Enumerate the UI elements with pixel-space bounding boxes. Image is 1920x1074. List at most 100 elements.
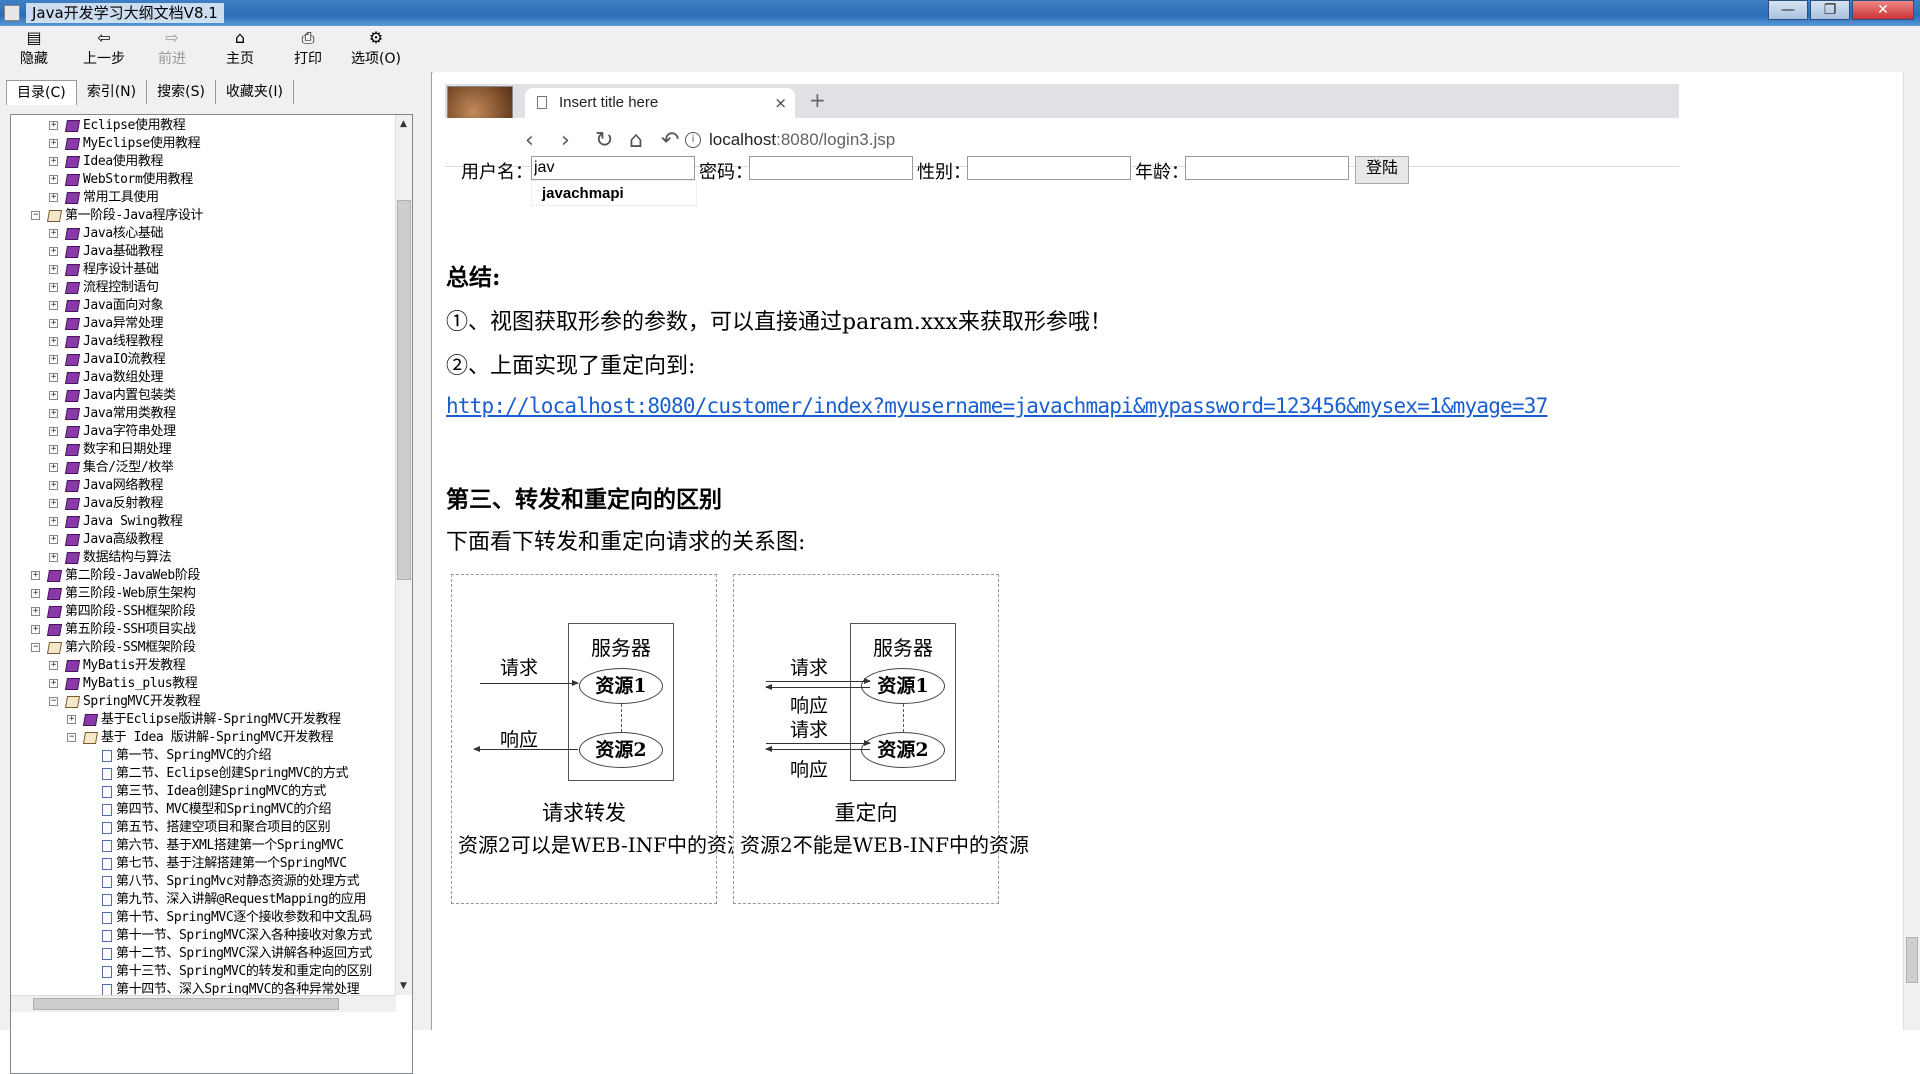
expand-icon[interactable]: + — [31, 589, 40, 598]
site-info-icon[interactable]: i — [685, 132, 701, 148]
expand-icon[interactable]: + — [49, 283, 58, 292]
expand-icon[interactable]: + — [49, 121, 58, 130]
expand-icon[interactable]: + — [49, 463, 58, 472]
tree-item[interactable]: + MyEclipse使用教程 — [49, 135, 201, 153]
tree-item[interactable]: + 基于Eclipse版讲解-SpringMVC开发教程 — [67, 711, 341, 729]
tree-item[interactable]: 第六节、基于XML搭建第一个SpringMVC — [85, 837, 344, 855]
redirect-url-link[interactable]: http://localhost:8080/customer/index?myu… — [446, 394, 1548, 418]
expand-icon[interactable]: + — [31, 571, 40, 580]
expand-icon[interactable]: + — [31, 625, 40, 634]
tree-item[interactable]: + 程序设计基础 — [49, 261, 159, 279]
close-button[interactable]: ✕ — [1852, 0, 1914, 20]
content-vertical-scrollbar[interactable] — [1903, 72, 1920, 1030]
expand-icon[interactable]: + — [49, 337, 58, 346]
username-input[interactable] — [531, 156, 695, 180]
tree-item[interactable]: + 流程控制语句 — [49, 279, 159, 297]
expand-icon[interactable]: + — [49, 265, 58, 274]
tree-item[interactable]: + Java内置包装类 — [49, 387, 176, 405]
scroll-up-icon[interactable]: ▲ — [400, 119, 407, 129]
tree-item[interactable]: + Java字符串处理 — [49, 423, 176, 441]
back-button[interactable]: ⇦ 上一步 — [74, 28, 134, 68]
address-bar[interactable]: localhost:8080/login3.jsp — [709, 130, 895, 150]
hide-button[interactable]: ▤ 隐藏 — [4, 28, 64, 68]
tree-item[interactable]: + 数字和日期处理 — [49, 441, 172, 459]
tree-item[interactable]: 第二节、Eclipse创建SpringMVC的方式 — [85, 765, 349, 783]
browser-undo-icon[interactable]: ↶ — [661, 128, 679, 153]
tree-item[interactable]: + Java数组处理 — [49, 369, 164, 387]
tree-item[interactable]: − 基于 Idea 版讲解-SpringMVC开发教程 — [67, 729, 334, 747]
tree-item[interactable]: + Java网络教程 — [49, 477, 164, 495]
tree-item[interactable]: + JavaIO流教程 — [49, 351, 166, 369]
tree-item[interactable]: 第十二节、SpringMVC深入讲解各种返回方式 — [85, 945, 372, 963]
tree-item[interactable]: + Idea使用教程 — [49, 153, 164, 171]
expand-icon[interactable]: + — [49, 139, 58, 148]
tree-item[interactable]: + 集合/泛型/枚举 — [49, 459, 174, 477]
minimize-button[interactable]: — — [1768, 0, 1808, 20]
tree-item[interactable]: + Java反射教程 — [49, 495, 164, 513]
age-input[interactable] — [1185, 156, 1349, 180]
tab-index[interactable]: 索引(N) — [77, 80, 148, 104]
tree-item[interactable]: + Java基础教程 — [49, 243, 164, 261]
tree-item[interactable]: + 常用工具使用 — [49, 189, 159, 207]
tree-item[interactable]: 第十一节、SpringMVC深入各种接收对象方式 — [85, 927, 372, 945]
tree-vertical-scrollbar[interactable]: ▲ ▼ — [395, 115, 412, 995]
expand-icon[interactable]: + — [49, 319, 58, 328]
tree-item[interactable]: + Java常用类教程 — [49, 405, 176, 423]
tree-item[interactable]: 第一节、SpringMVC的介绍 — [85, 747, 271, 765]
tree-item[interactable]: + Java Swing教程 — [49, 513, 183, 531]
print-button[interactable]: ⎙ 打印 — [278, 28, 338, 68]
browser-tab[interactable]: Insert title here × — [525, 88, 795, 118]
collapse-icon[interactable]: − — [31, 211, 40, 220]
tree-item[interactable]: 第五节、搭建空项目和聚合项目的区别 — [85, 819, 331, 837]
tab-favorites[interactable]: 收藏夹(I) — [216, 80, 294, 104]
maximize-button[interactable]: ❐ — [1810, 0, 1850, 20]
expand-icon[interactable]: + — [49, 175, 58, 184]
expand-icon[interactable]: + — [49, 373, 58, 382]
browser-reload-icon[interactable]: ↻ — [595, 128, 613, 153]
collapse-icon[interactable]: − — [67, 733, 76, 742]
expand-icon[interactable]: + — [49, 409, 58, 418]
collapse-icon[interactable]: − — [49, 697, 58, 706]
tree-horizontal-scrollbar[interactable] — [11, 995, 396, 1012]
expand-icon[interactable]: + — [49, 481, 58, 490]
tree-item[interactable]: + MyBatis_plus教程 — [49, 675, 198, 693]
tree-item[interactable]: + Java异常处理 — [49, 315, 164, 333]
tree-item[interactable]: + 第五阶段-SSH项目实战 — [31, 621, 196, 639]
password-input[interactable] — [749, 156, 913, 180]
tree-item[interactable]: 第四节、MVC模型和SpringMVC的介绍 — [85, 801, 332, 819]
tree-item[interactable]: + MyBatis开发教程 — [49, 657, 186, 675]
expand-icon[interactable]: + — [49, 427, 58, 436]
tree-item[interactable]: + Eclipse使用教程 — [49, 117, 186, 135]
expand-icon[interactable]: + — [49, 661, 58, 670]
expand-icon[interactable]: + — [67, 715, 76, 724]
tree-item[interactable]: + 第三阶段-Web原生架构 — [31, 585, 196, 603]
expand-icon[interactable]: + — [49, 517, 58, 526]
expand-icon[interactable]: + — [49, 355, 58, 364]
tree-item[interactable]: + Java高级教程 — [49, 531, 164, 549]
tree-item[interactable]: + 第二阶段-JavaWeb阶段 — [31, 567, 200, 585]
tab-contents[interactable]: 目录(C) — [6, 80, 77, 105]
options-button[interactable]: ⚙ 选项(O) — [346, 28, 406, 68]
expand-icon[interactable]: + — [49, 391, 58, 400]
browser-home-icon[interactable]: ⌂ — [629, 128, 643, 153]
tree-item[interactable]: 第八节、SpringMvc对静态资源的处理方式 — [85, 873, 360, 891]
scroll-thumb-horizontal[interactable] — [33, 998, 339, 1010]
expand-icon[interactable]: + — [49, 247, 58, 256]
tree-item[interactable]: − 第六阶段-SSM框架阶段 — [31, 639, 196, 657]
tree-item[interactable]: 第九节、深入讲解@RequestMapping的应用 — [85, 891, 366, 909]
expand-icon[interactable]: + — [49, 679, 58, 688]
tree-item[interactable]: + 数据结构与算法 — [49, 549, 172, 567]
new-tab-icon[interactable]: + — [809, 88, 826, 112]
expand-icon[interactable]: + — [49, 301, 58, 310]
tree-item[interactable]: 第三节、Idea创建SpringMVC的方式 — [85, 783, 326, 801]
expand-icon[interactable]: + — [49, 553, 58, 562]
expand-icon[interactable]: + — [49, 229, 58, 238]
tab-search[interactable]: 搜索(S) — [147, 80, 216, 104]
expand-icon[interactable]: + — [49, 535, 58, 544]
expand-icon[interactable]: + — [49, 499, 58, 508]
tree-item[interactable]: 第十三节、SpringMVC的转发和重定向的区别 — [85, 963, 372, 981]
forward-button[interactable]: ⇨ 前进 — [142, 28, 202, 68]
expand-icon[interactable]: + — [49, 445, 58, 454]
scroll-thumb[interactable] — [397, 200, 411, 580]
tree-item[interactable]: − SpringMVC开发教程 — [49, 693, 201, 711]
